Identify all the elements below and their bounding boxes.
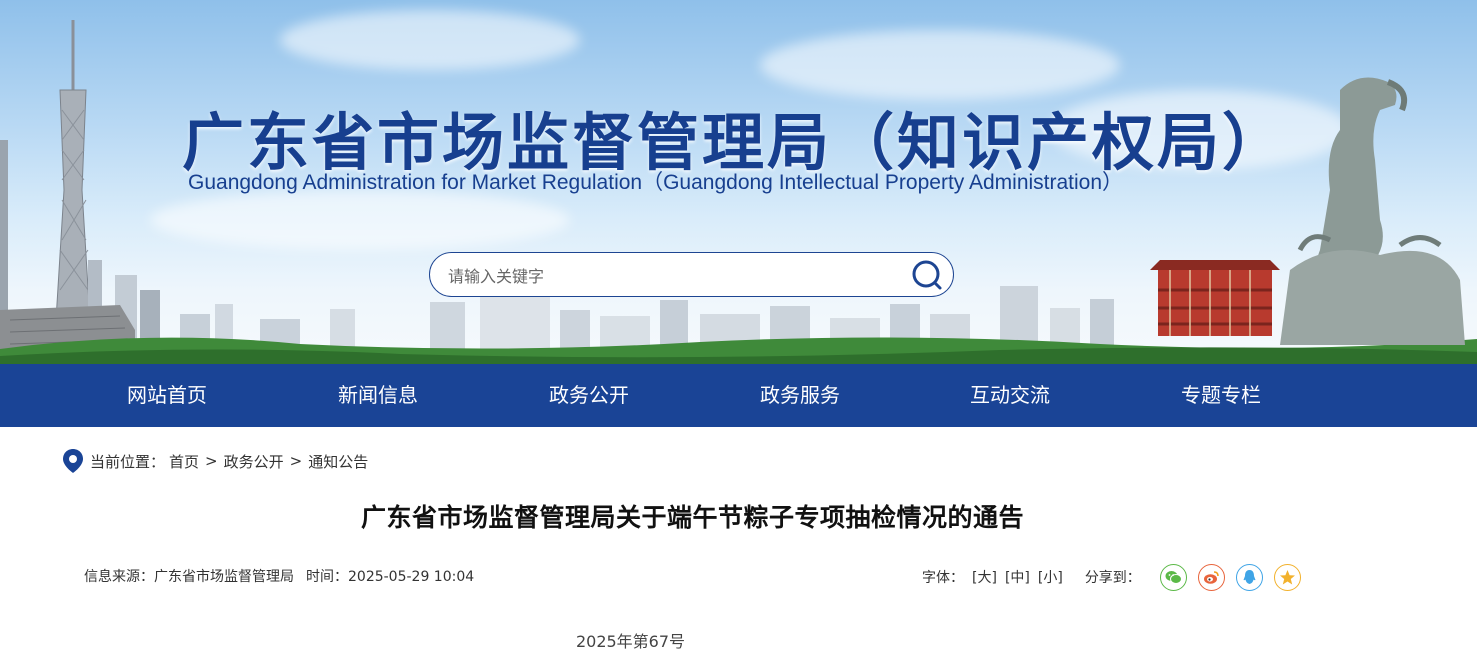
header-banner: 广东省市场监督管理局（知识产权局） Guangdong Administrati…	[0, 0, 1477, 364]
wechat-icon	[1165, 570, 1182, 584]
wechat-share-button[interactable]	[1159, 563, 1187, 591]
article-tools: 字体： [大] [中] [小] 分享到：	[922, 562, 1301, 592]
five-rams-statue-illustration	[1280, 77, 1465, 345]
article-title: 广东省市场监督管理局关于端午节粽子专项抽检情况的通告	[360, 503, 1024, 532]
share-label: 分享到：	[1084, 570, 1141, 586]
article-source: 信息来源：广东省市场监督管理局	[84, 569, 294, 585]
nav-item-special-topics[interactable]: 专题专栏	[1131, 364, 1311, 427]
weibo-icon	[1203, 570, 1219, 584]
search-box	[429, 252, 954, 297]
breadcrumb-government-affairs-link[interactable]: 政务公开	[224, 451, 284, 472]
nav-item-news[interactable]: 新闻信息	[288, 364, 468, 427]
qzone-icon	[1279, 569, 1295, 584]
qzone-share-button[interactable]	[1273, 563, 1301, 591]
breadcrumb: 当前位置： 首页 > 政务公开 > 通知公告	[62, 448, 368, 474]
cloud	[760, 30, 1120, 100]
article-time: 时间：2025-05-29 10:04	[306, 569, 475, 585]
nav-item-home[interactable]: 网站首页	[77, 364, 257, 427]
main-nav: 网站首页 新闻信息 政务公开 政务服务 互动交流 专题专栏	[0, 364, 1477, 427]
nav-item-government-services[interactable]: 政务服务	[710, 364, 890, 427]
search-input[interactable]	[446, 263, 890, 289]
cloud	[150, 190, 570, 250]
font-size-medium-button[interactable]: [中]	[1005, 567, 1030, 587]
nav-item-interaction[interactable]: 互动交流	[920, 364, 1100, 427]
search-icon[interactable]	[911, 259, 943, 291]
document-number: 2025年第67号	[575, 632, 686, 651]
cloud	[280, 10, 580, 70]
font-size-large-button[interactable]: [大]	[972, 567, 997, 587]
font-size-label: 字体：	[922, 570, 964, 586]
location-pin-icon	[63, 449, 83, 473]
qq-icon	[1243, 569, 1256, 584]
breadcrumb-home-link[interactable]: 首页	[169, 451, 199, 472]
site-subtitle: Guangdong Administration for Market Regu…	[188, 171, 1124, 194]
font-size-small-button[interactable]: [小]	[1038, 567, 1063, 587]
breadcrumb-separator: >	[289, 452, 303, 470]
breadcrumb-notices-link[interactable]: 通知公告	[308, 451, 368, 472]
nav-item-government-affairs[interactable]: 政务公开	[499, 364, 679, 427]
article-meta: 信息来源：广东省市场监督管理局 时间：2025-05-29 10:04	[84, 566, 474, 586]
breadcrumb-separator: >	[205, 452, 218, 470]
qq-share-button[interactable]	[1235, 563, 1263, 591]
weibo-share-button[interactable]	[1197, 563, 1225, 591]
zhenhai-tower-illustration	[1150, 260, 1280, 336]
breadcrumb-label: 当前位置：	[90, 452, 166, 471]
